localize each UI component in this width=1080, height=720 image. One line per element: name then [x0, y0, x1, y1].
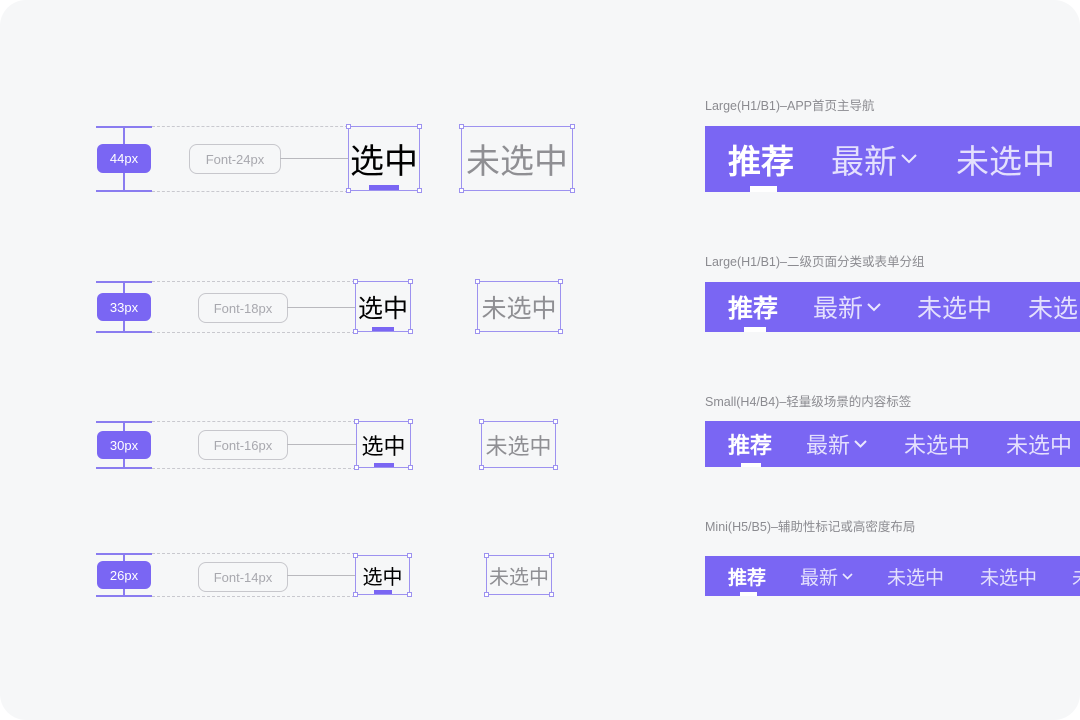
tab-recommended[interactable]: 推荐: [728, 421, 772, 467]
active-tab-indicator: [750, 186, 777, 192]
connector-line: [287, 444, 356, 445]
tab-recommended[interactable]: 推荐: [728, 282, 778, 332]
guide-dash-bottom: [152, 596, 355, 597]
unselected-tab-sample: 未选中: [475, 279, 563, 334]
connector-line: [287, 575, 355, 576]
guide-dash-top: [152, 421, 356, 422]
chevron-down-icon: [854, 440, 867, 448]
tab-nav-bar-large: 推荐 最新 未选中: [705, 126, 1080, 192]
height-badge: 30px: [97, 431, 151, 459]
font-size-pill: Font-24px: [189, 144, 281, 174]
height-badge: 44px: [97, 144, 151, 173]
guide-dash-top: [152, 553, 355, 554]
selection-indicator: [373, 463, 394, 467]
tab-label: 最新: [806, 434, 851, 459]
tab-label: 最新: [800, 566, 839, 589]
unselected-tab-text: 未选中: [485, 434, 552, 460]
selection-indicator: [372, 327, 394, 331]
selected-tab-text: 选中: [362, 564, 403, 589]
guide-dash-top: [152, 126, 348, 127]
tab-unselected[interactable]: 未选中: [980, 556, 1037, 596]
variant-caption: Mini(H5/B5)–辅助性标记或高密度布局: [705, 520, 916, 534]
unselected-tab-sample: 未选中: [459, 124, 575, 193]
connector-line: [280, 158, 348, 159]
spec-canvas: 44px Font-24px 选中 未选中 33px Font-18px 选中 …: [0, 0, 1080, 720]
tab-unselected-cut[interactable]: 未选: [1028, 282, 1078, 332]
tab-latest[interactable]: 最新: [831, 126, 917, 192]
guide-dash-bottom: [152, 191, 348, 192]
height-badge: 26px: [97, 561, 151, 589]
variant-caption: Small(H4/B4)–轻量级场景的内容标签: [705, 395, 912, 409]
tab-nav-bar-mini: 推荐 最新 未选中 未选中 未: [705, 556, 1080, 596]
selected-tab-sample: 选中: [354, 419, 413, 470]
active-tab-indicator: [744, 327, 766, 332]
active-tab-indicator: [740, 592, 757, 596]
unselected-tab-sample: 未选中: [479, 419, 558, 470]
tab-latest[interactable]: 最新: [813, 282, 881, 332]
selected-tab-text: 选中: [361, 434, 406, 460]
tab-nav-bar-small: 推荐 最新 未选中 未选中: [705, 421, 1080, 467]
font-size-pill: Font-16px: [198, 430, 288, 460]
selected-tab-text: 选中: [350, 142, 418, 182]
variant-caption: Large(H1/B1)–二级页面分类或表单分组: [705, 255, 925, 269]
tab-unselected[interactable]: 未选中: [904, 421, 970, 467]
selection-indicator: [373, 590, 392, 594]
height-badge: 33px: [97, 293, 151, 321]
selected-tab-sample: 选中: [353, 553, 412, 597]
chevron-down-icon: [867, 302, 881, 311]
tab-unselected[interactable]: 未选中: [956, 126, 1055, 192]
connector-line: [287, 307, 355, 308]
tab-latest[interactable]: 最新: [806, 421, 867, 467]
font-size-pill: Font-14px: [198, 562, 288, 592]
tab-unselected[interactable]: 未选中: [917, 282, 992, 332]
tab-unselected[interactable]: 未选中: [1006, 421, 1072, 467]
tab-recommended[interactable]: 推荐: [728, 556, 766, 596]
tab-unselected-cut[interactable]: 未: [1072, 556, 1080, 596]
selected-tab-text: 选中: [357, 293, 408, 323]
guide-dash-bottom: [152, 468, 356, 469]
unselected-tab-sample: 未选中: [484, 553, 554, 597]
tab-label: 最新: [813, 294, 864, 323]
guide-dash-bottom: [152, 332, 355, 333]
selected-tab-sample: 选中: [353, 279, 413, 334]
selection-indicator: [369, 185, 399, 190]
tab-recommended[interactable]: 推荐: [728, 126, 794, 192]
variant-caption: Large(H1/B1)–APP首页主导航: [705, 99, 875, 113]
tab-label: 最新: [831, 142, 897, 181]
unselected-tab-text: 未选中: [481, 293, 557, 323]
unselected-tab-text: 未选中: [489, 564, 549, 589]
selected-tab-sample: 选中: [346, 124, 422, 193]
chevron-down-icon: [901, 154, 917, 164]
tab-nav-bar-secondary: 推荐 最新 未选中 未选: [705, 282, 1080, 332]
unselected-tab-text: 未选中: [466, 142, 568, 182]
tab-latest[interactable]: 最新: [800, 556, 853, 596]
font-size-pill: Font-18px: [198, 293, 288, 323]
chevron-down-icon: [842, 572, 853, 580]
active-tab-indicator: [741, 463, 761, 467]
tab-unselected[interactable]: 未选中: [887, 556, 944, 596]
guide-dash-top: [152, 281, 355, 282]
